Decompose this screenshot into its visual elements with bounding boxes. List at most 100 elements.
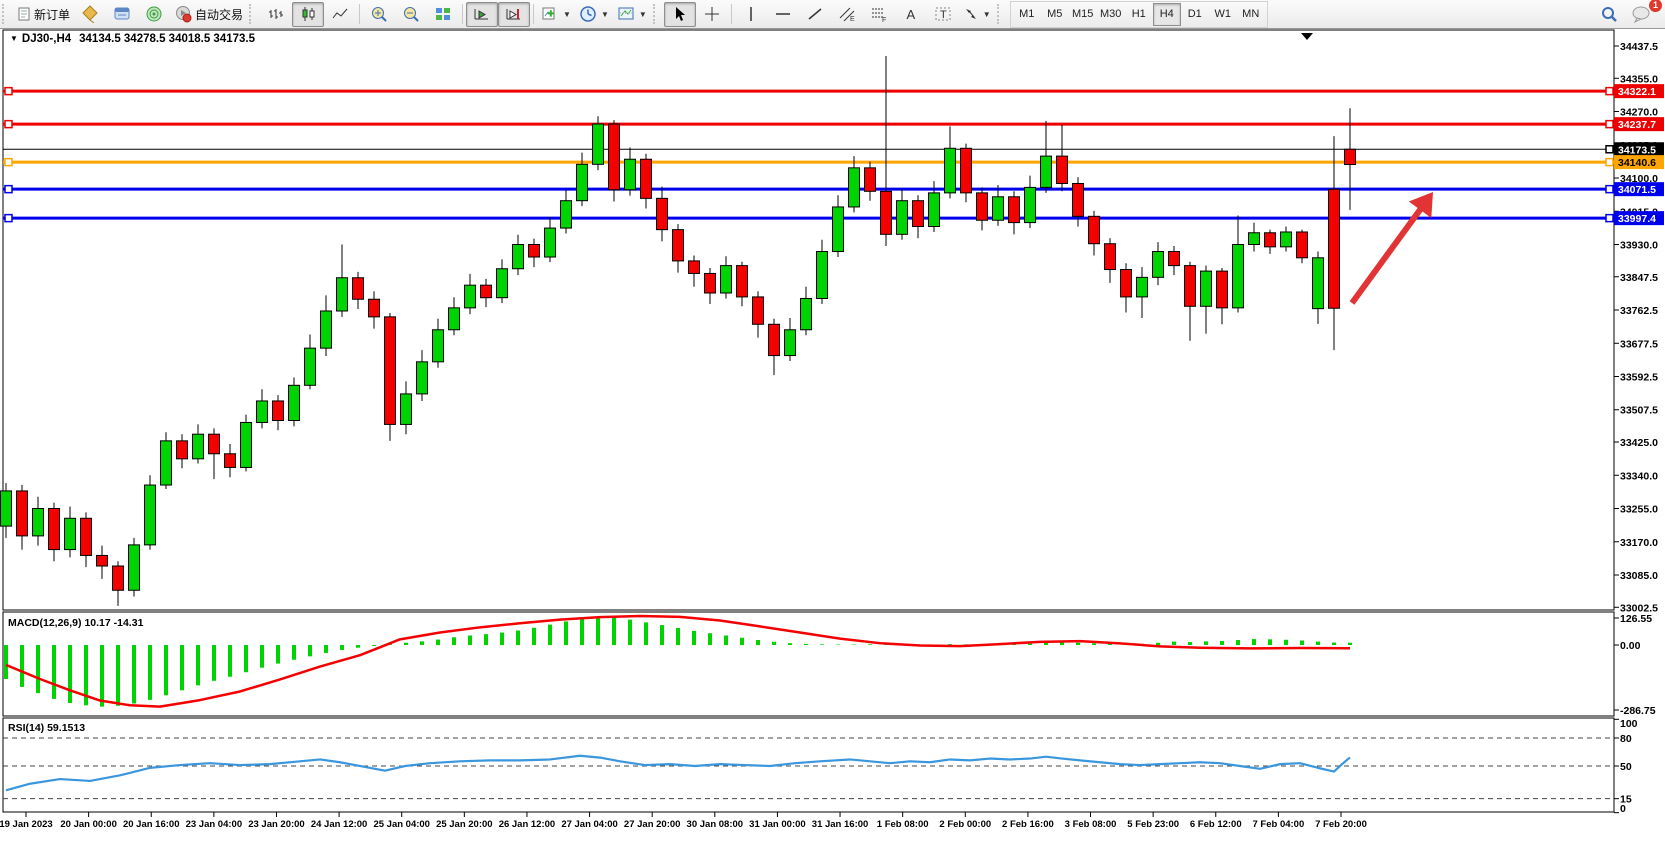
hline-anchor[interactable]	[5, 121, 12, 128]
candle-body	[897, 201, 908, 235]
templates-button[interactable]: ▼	[613, 2, 651, 27]
dropdown-caret-icon: ▼	[639, 10, 647, 19]
time-axis-label: 25 Jan 04:00	[373, 819, 430, 830]
horizontal-line-icon	[774, 6, 792, 22]
hline-anchor[interactable]	[5, 88, 12, 95]
timeframe-M15[interactable]: M15	[1069, 3, 1097, 26]
time-axis-label: 7 Feb 20:00	[1315, 819, 1367, 830]
line-chart-type-button[interactable]	[324, 2, 356, 27]
time-axis-label: 24 Jan 12:00	[311, 819, 368, 830]
search-button[interactable]	[1593, 2, 1625, 27]
timeframe-M5[interactable]: M5	[1041, 3, 1069, 26]
timeframe-D1[interactable]: D1	[1181, 3, 1209, 26]
price-badge-label: 34322.1	[1618, 86, 1656, 98]
macd-axis-label: 0.00	[1620, 640, 1641, 652]
timeframe-H1[interactable]: H1	[1125, 3, 1153, 26]
cursor-tool-button[interactable]	[664, 2, 696, 27]
crosshair-icon	[704, 6, 720, 22]
fibonacci-tool-button[interactable]: F	[863, 2, 895, 27]
chart-shift-button[interactable]	[498, 2, 530, 27]
price-axis-label: 34437.5	[1620, 41, 1658, 53]
kite-tool-button[interactable]	[74, 2, 106, 27]
rsi-axis-label: 80	[1620, 733, 1632, 745]
arrows-tool-button[interactable]: ▼	[959, 2, 995, 27]
sonar-button[interactable]	[138, 2, 170, 27]
text-tool-button[interactable]: A	[895, 2, 927, 27]
notifications-button[interactable]: 1	[1625, 2, 1657, 27]
timeframe-W1[interactable]: W1	[1209, 3, 1237, 26]
candle-body	[1041, 156, 1052, 187]
candle-body	[401, 394, 412, 425]
candle-body	[161, 441, 172, 485]
candle-body	[369, 299, 380, 317]
candle-body	[977, 193, 988, 220]
candle-body	[1, 491, 12, 526]
candle-body	[929, 193, 940, 227]
price-axis[interactable]: 34437.534355.034270.034185.034100.034015…	[1606, 41, 1664, 614]
timeframe-MN[interactable]: MN	[1237, 3, 1265, 26]
line-chart-icon	[331, 6, 349, 22]
candle-body	[657, 198, 668, 229]
sonar-icon	[145, 5, 163, 23]
zoom-out-button[interactable]	[395, 2, 427, 27]
timeframe-H4[interactable]: H4	[1153, 3, 1181, 26]
candlestick-chart-type-button[interactable]	[292, 2, 324, 27]
candle-body	[513, 244, 524, 268]
hline-anchor[interactable]	[5, 186, 12, 193]
new-order-icon	[17, 7, 31, 21]
candle-body	[801, 298, 812, 329]
bar-chart-type-button[interactable]	[260, 2, 292, 27]
candle-body	[769, 324, 780, 355]
crosshair-tool-button[interactable]	[696, 2, 728, 27]
price-badge-label: 34237.7	[1618, 119, 1656, 131]
hline-anchor[interactable]	[5, 159, 12, 166]
trendline-tool-button[interactable]	[799, 2, 831, 27]
rsi-axis: 1008050150	[1614, 718, 1638, 815]
time-axis-label: 25 Jan 20:00	[436, 819, 493, 830]
hline-anchor[interactable]	[5, 215, 12, 222]
candle-body	[353, 278, 364, 300]
time-axis[interactable]: 19 Jan 202320 Jan 00:0020 Jan 16:0023 Ja…	[0, 812, 1367, 830]
periods-button[interactable]: ▼	[575, 2, 613, 27]
auto-scroll-button[interactable]	[466, 2, 498, 27]
chart-ohlc-values: 34134.5 34278.5 34018.5 34173.5	[79, 33, 255, 45]
toolbar-grip	[2, 4, 10, 24]
candle-body	[209, 434, 220, 454]
candle-body	[1281, 232, 1292, 247]
chart-canvas[interactable]: 34437.534355.034270.034185.034100.034015…	[0, 0, 1665, 839]
zoom-in-button[interactable]	[363, 2, 395, 27]
candle-body	[81, 518, 92, 555]
collapse-triangle-icon[interactable]: ▼	[10, 34, 18, 43]
hline-axis-anchor	[1606, 186, 1613, 193]
price-axis-label: 33930.0	[1620, 239, 1658, 251]
candle-body	[273, 401, 284, 421]
vertical-line-tool-button[interactable]	[735, 2, 767, 27]
tile-windows-button[interactable]	[427, 2, 459, 27]
market-watch-button[interactable]	[106, 2, 138, 27]
time-axis-label: 31 Jan 16:00	[812, 819, 869, 830]
equidistant-channel-tool-button[interactable]: E	[831, 2, 863, 27]
toolbar-separator	[731, 4, 732, 24]
candle-body	[65, 518, 76, 549]
candle-body	[785, 330, 796, 356]
candle-body	[529, 244, 540, 257]
price-badge-label: 34140.6	[1618, 157, 1656, 169]
horizontal-line-tool-button[interactable]	[767, 2, 799, 27]
new-order-button[interactable]: 新订单	[13, 2, 74, 27]
auto-trading-button[interactable]: 自动交易	[170, 2, 247, 27]
hline-axis-anchor	[1606, 146, 1613, 153]
indicators-button[interactable]: ▼	[537, 2, 575, 27]
svg-text:E: E	[850, 16, 855, 22]
timeframe-M1[interactable]: M1	[1013, 3, 1041, 26]
candle-body	[625, 159, 636, 190]
candle-body	[129, 545, 140, 590]
price-axis-label: 33085.0	[1620, 570, 1658, 582]
auto-trading-label: 自动交易	[195, 6, 243, 23]
candle-body	[1249, 233, 1260, 245]
candle-body	[1233, 244, 1244, 307]
candle-body	[641, 159, 652, 198]
search-icon	[1600, 5, 1618, 23]
timeframe-M30[interactable]: M30	[1097, 3, 1125, 26]
time-axis-label: 7 Feb 04:00	[1253, 819, 1305, 830]
text-label-tool-button[interactable]: T	[927, 2, 959, 27]
